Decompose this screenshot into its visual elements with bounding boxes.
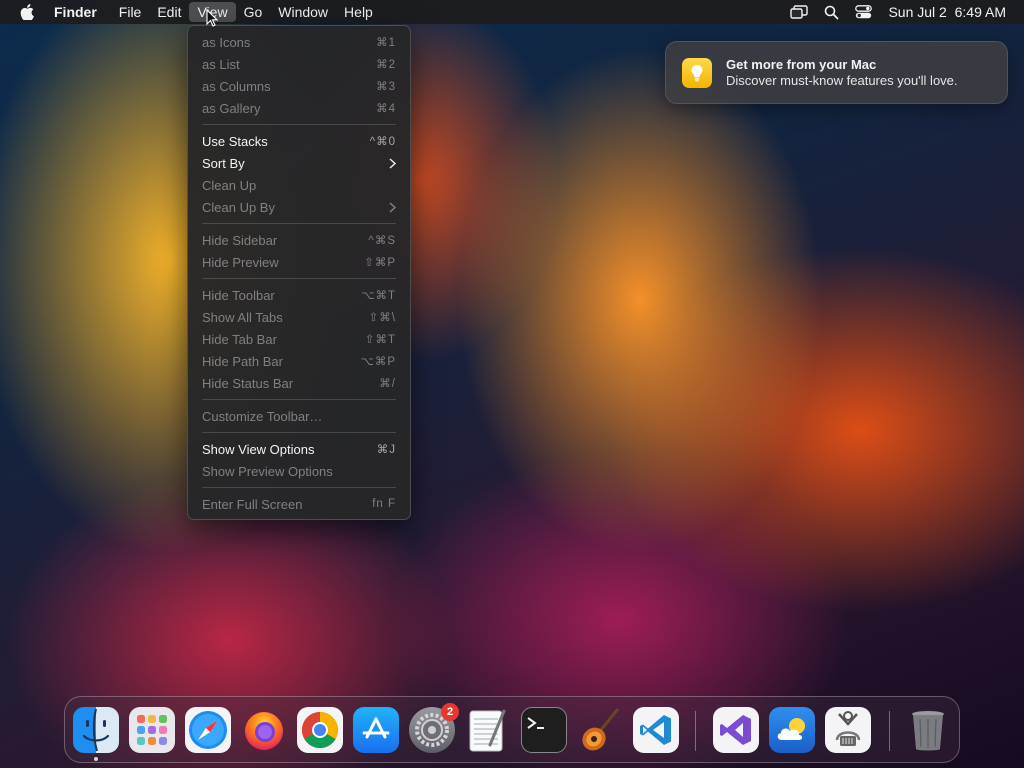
- dock-chrome[interactable]: [297, 707, 343, 753]
- menu-item-use-stacks[interactable]: Use Stacks ^⌘0: [188, 130, 410, 152]
- vscode-icon: [640, 715, 671, 745]
- menu-item-as-gallery[interactable]: as Gallery ⌘4: [188, 97, 410, 119]
- menu-file[interactable]: File: [111, 0, 150, 24]
- menu-item-clean-up-by[interactable]: Clean Up By: [188, 196, 410, 218]
- menu-separator: [202, 124, 396, 125]
- menu-clock[interactable]: Sun Jul 2 6:49 AM: [888, 4, 1006, 20]
- textedit-icon: [469, 709, 506, 752]
- status-area: Sun Jul 2 6:49 AM: [790, 4, 1024, 20]
- system-information-icon: [835, 711, 861, 746]
- spotlight-search-icon[interactable]: [824, 5, 839, 20]
- menu-item-hide-sidebar[interactable]: Hide Sidebar ^⌘S: [188, 229, 410, 251]
- dock-weather[interactable]: [769, 707, 815, 753]
- menu-help[interactable]: Help: [336, 0, 381, 24]
- menu-item-show-all-tabs[interactable]: Show All Tabs ⇧⌘\: [188, 306, 410, 328]
- chevron-right-icon: [389, 157, 396, 169]
- menu-item-as-icons[interactable]: as Icons ⌘1: [188, 31, 410, 53]
- dock-vscode[interactable]: [633, 707, 679, 753]
- menu-separator: [202, 487, 396, 488]
- menu-item-hide-tab-bar[interactable]: Hide Tab Bar ⇧⌘T: [188, 328, 410, 350]
- notification-badge: 2: [441, 703, 459, 721]
- apple-menu[interactable]: [0, 4, 54, 20]
- dock: 2: [64, 696, 960, 763]
- menu-item-clean-up[interactable]: Clean Up: [188, 174, 410, 196]
- dock-trash[interactable]: [905, 707, 951, 753]
- menu-item-enter-full-screen[interactable]: Enter Full Screen fn F: [188, 493, 410, 515]
- chrome-icon: [301, 712, 339, 749]
- menu-item-as-list[interactable]: as List ⌘2: [188, 53, 410, 75]
- menu-separator: [202, 399, 396, 400]
- dock-finder[interactable]: [73, 707, 119, 753]
- menu-item-hide-preview[interactable]: Hide Preview ⇧⌘P: [188, 251, 410, 273]
- menu-edit[interactable]: Edit: [149, 0, 189, 24]
- menu-window[interactable]: Window: [270, 0, 336, 24]
- menu-item-show-preview-options[interactable]: Show Preview Options: [188, 460, 410, 482]
- safari-icon: [189, 711, 227, 749]
- terminal-icon: [527, 717, 544, 729]
- menu-item-hide-path-bar[interactable]: Hide Path Bar ⌥⌘P: [188, 350, 410, 372]
- finder-icon: [82, 708, 110, 752]
- app-store-icon: [362, 717, 390, 739]
- menu-separator: [202, 223, 396, 224]
- menu-item-hide-status-bar[interactable]: Hide Status Bar ⌘/: [188, 372, 410, 394]
- visual-studio-icon: [720, 715, 751, 745]
- lightbulb-icon: [682, 57, 712, 88]
- menu-separator: [202, 432, 396, 433]
- menu-go[interactable]: Go: [236, 0, 271, 24]
- weather-icon: [777, 718, 805, 740]
- menu-finder[interactable]: Finder: [54, 0, 111, 24]
- dock-separator: [889, 711, 890, 751]
- dock-separator: [695, 711, 696, 751]
- guitar-icon: [582, 708, 620, 751]
- dock-visual-studio[interactable]: [713, 707, 759, 753]
- dock-textedit[interactable]: [465, 707, 511, 753]
- dock-launchpad[interactable]: [129, 707, 175, 753]
- menu-item-hide-toolbar[interactable]: Hide Toolbar ⌥⌘T: [188, 284, 410, 306]
- menu-item-as-columns[interactable]: as Columns ⌘3: [188, 75, 410, 97]
- notification-text: Get more from your Mac Discover must-kno…: [726, 57, 958, 88]
- menu-item-sort-by[interactable]: Sort By: [188, 152, 410, 174]
- dock-terminal[interactable]: [521, 707, 567, 753]
- menu-item-show-view-options[interactable]: Show View Options ⌘J: [188, 438, 410, 460]
- trash-icon: [912, 711, 944, 751]
- dock-app-store[interactable]: [353, 707, 399, 753]
- view-menu-dropdown: as Icons ⌘1 as List ⌘2 as Columns ⌘3 as Gal…: [187, 25, 411, 520]
- firefox-icon: [245, 712, 283, 750]
- mouse-pointer-icon: [206, 8, 219, 32]
- dock-garageband[interactable]: [577, 707, 623, 753]
- dock-system-information[interactable]: [825, 707, 871, 753]
- control-center-icon[interactable]: [855, 5, 873, 19]
- launchpad-icon: [137, 715, 167, 745]
- dock-firefox[interactable]: [241, 707, 287, 753]
- notification-title: Get more from your Mac: [726, 57, 877, 72]
- menu-separator: [202, 278, 396, 279]
- dock-safari[interactable]: [185, 707, 231, 753]
- chevron-right-icon: [389, 201, 396, 213]
- menu-bar: Finder File Edit View Go Window Help Sun…: [0, 0, 1024, 24]
- screen-mirroring-icon[interactable]: [790, 5, 809, 19]
- running-indicator: [94, 757, 98, 761]
- notification-body: Discover must-know features you'll love.: [726, 73, 958, 88]
- menu-item-customize-toolbar[interactable]: Customize Toolbar…: [188, 405, 410, 427]
- tips-notification[interactable]: Get more from your Mac Discover must-kno…: [665, 41, 1008, 104]
- apple-icon: [20, 4, 34, 20]
